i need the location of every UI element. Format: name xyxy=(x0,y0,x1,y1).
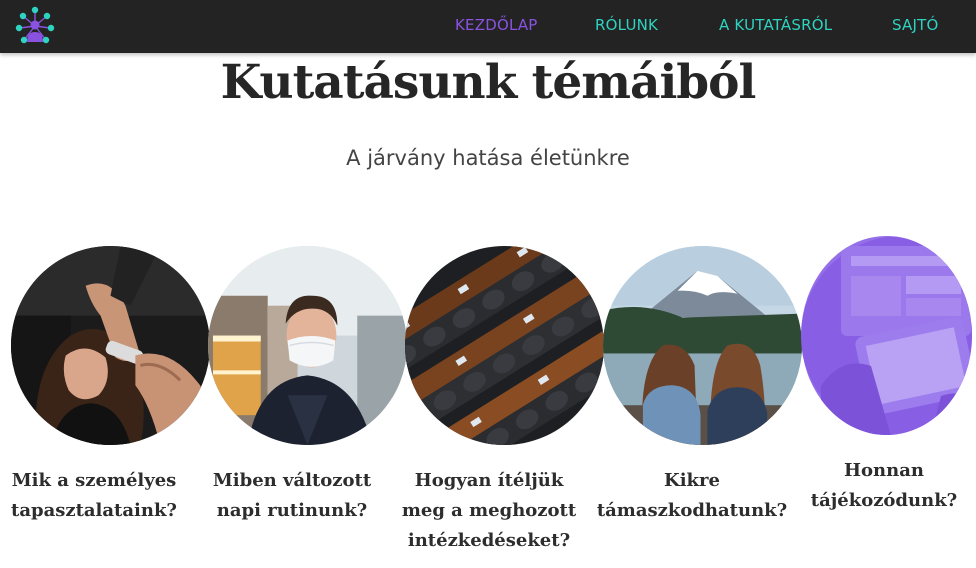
topic-caption-measures[interactable]: Hogyan ítéljük meg a meghozott intézkedé… xyxy=(389,466,589,556)
people-network-logo-icon[interactable] xyxy=(14,5,56,47)
page-title: Kutatásunk témáiból xyxy=(220,55,757,110)
caption-line: Hogyan ítéljük xyxy=(414,470,564,491)
caption-line: napi rutinunk? xyxy=(216,500,368,521)
caption-line: Kikre xyxy=(664,470,720,491)
nav-link-about-us[interactable]: RÓLUNK xyxy=(595,16,658,34)
caption-line: Mik a személyes xyxy=(11,470,177,491)
caption-line: tájékozódunk? xyxy=(810,490,958,511)
topic-caption-daily-routine[interactable]: Miben változott napi rutinunk? xyxy=(192,466,392,526)
two-girls-by-lake-photo[interactable] xyxy=(603,246,802,445)
caption-line: meg a meghozott xyxy=(401,500,577,521)
temperature-check-photo[interactable] xyxy=(11,246,210,445)
caption-line: intézkedéseket? xyxy=(407,530,571,551)
caption-line: tapasztalataink? xyxy=(11,500,177,521)
nav-link-about-research[interactable]: A KUTATÁSRÓL xyxy=(719,16,832,34)
caption-line: támaszkodhatunk? xyxy=(596,500,788,521)
topic-caption-personal-experiences[interactable]: Mik a személyes tapasztalataink? xyxy=(0,466,194,526)
nav-link-press[interactable]: SAJTÓ xyxy=(892,16,938,34)
tablet-in-hands-photo[interactable] xyxy=(801,236,972,435)
caption-line: Miben változott xyxy=(212,470,372,491)
page-subtitle: A járvány hatása életünkre xyxy=(346,146,630,170)
top-navbar: KEZDŐLAP RÓLUNK A KUTATÁSRÓL SAJTÓ xyxy=(0,0,976,53)
parliament-seats-photo[interactable] xyxy=(405,246,604,445)
topic-caption-support[interactable]: Kikre támaszkodhatunk? xyxy=(592,466,792,526)
caption-line: Honnan xyxy=(844,460,924,481)
nav-link-home[interactable]: KEZDŐLAP xyxy=(455,16,538,34)
topic-caption-information-sources[interactable]: Honnan tájékozódunk? xyxy=(792,456,976,516)
man-with-face-mask-photo[interactable] xyxy=(208,246,407,445)
